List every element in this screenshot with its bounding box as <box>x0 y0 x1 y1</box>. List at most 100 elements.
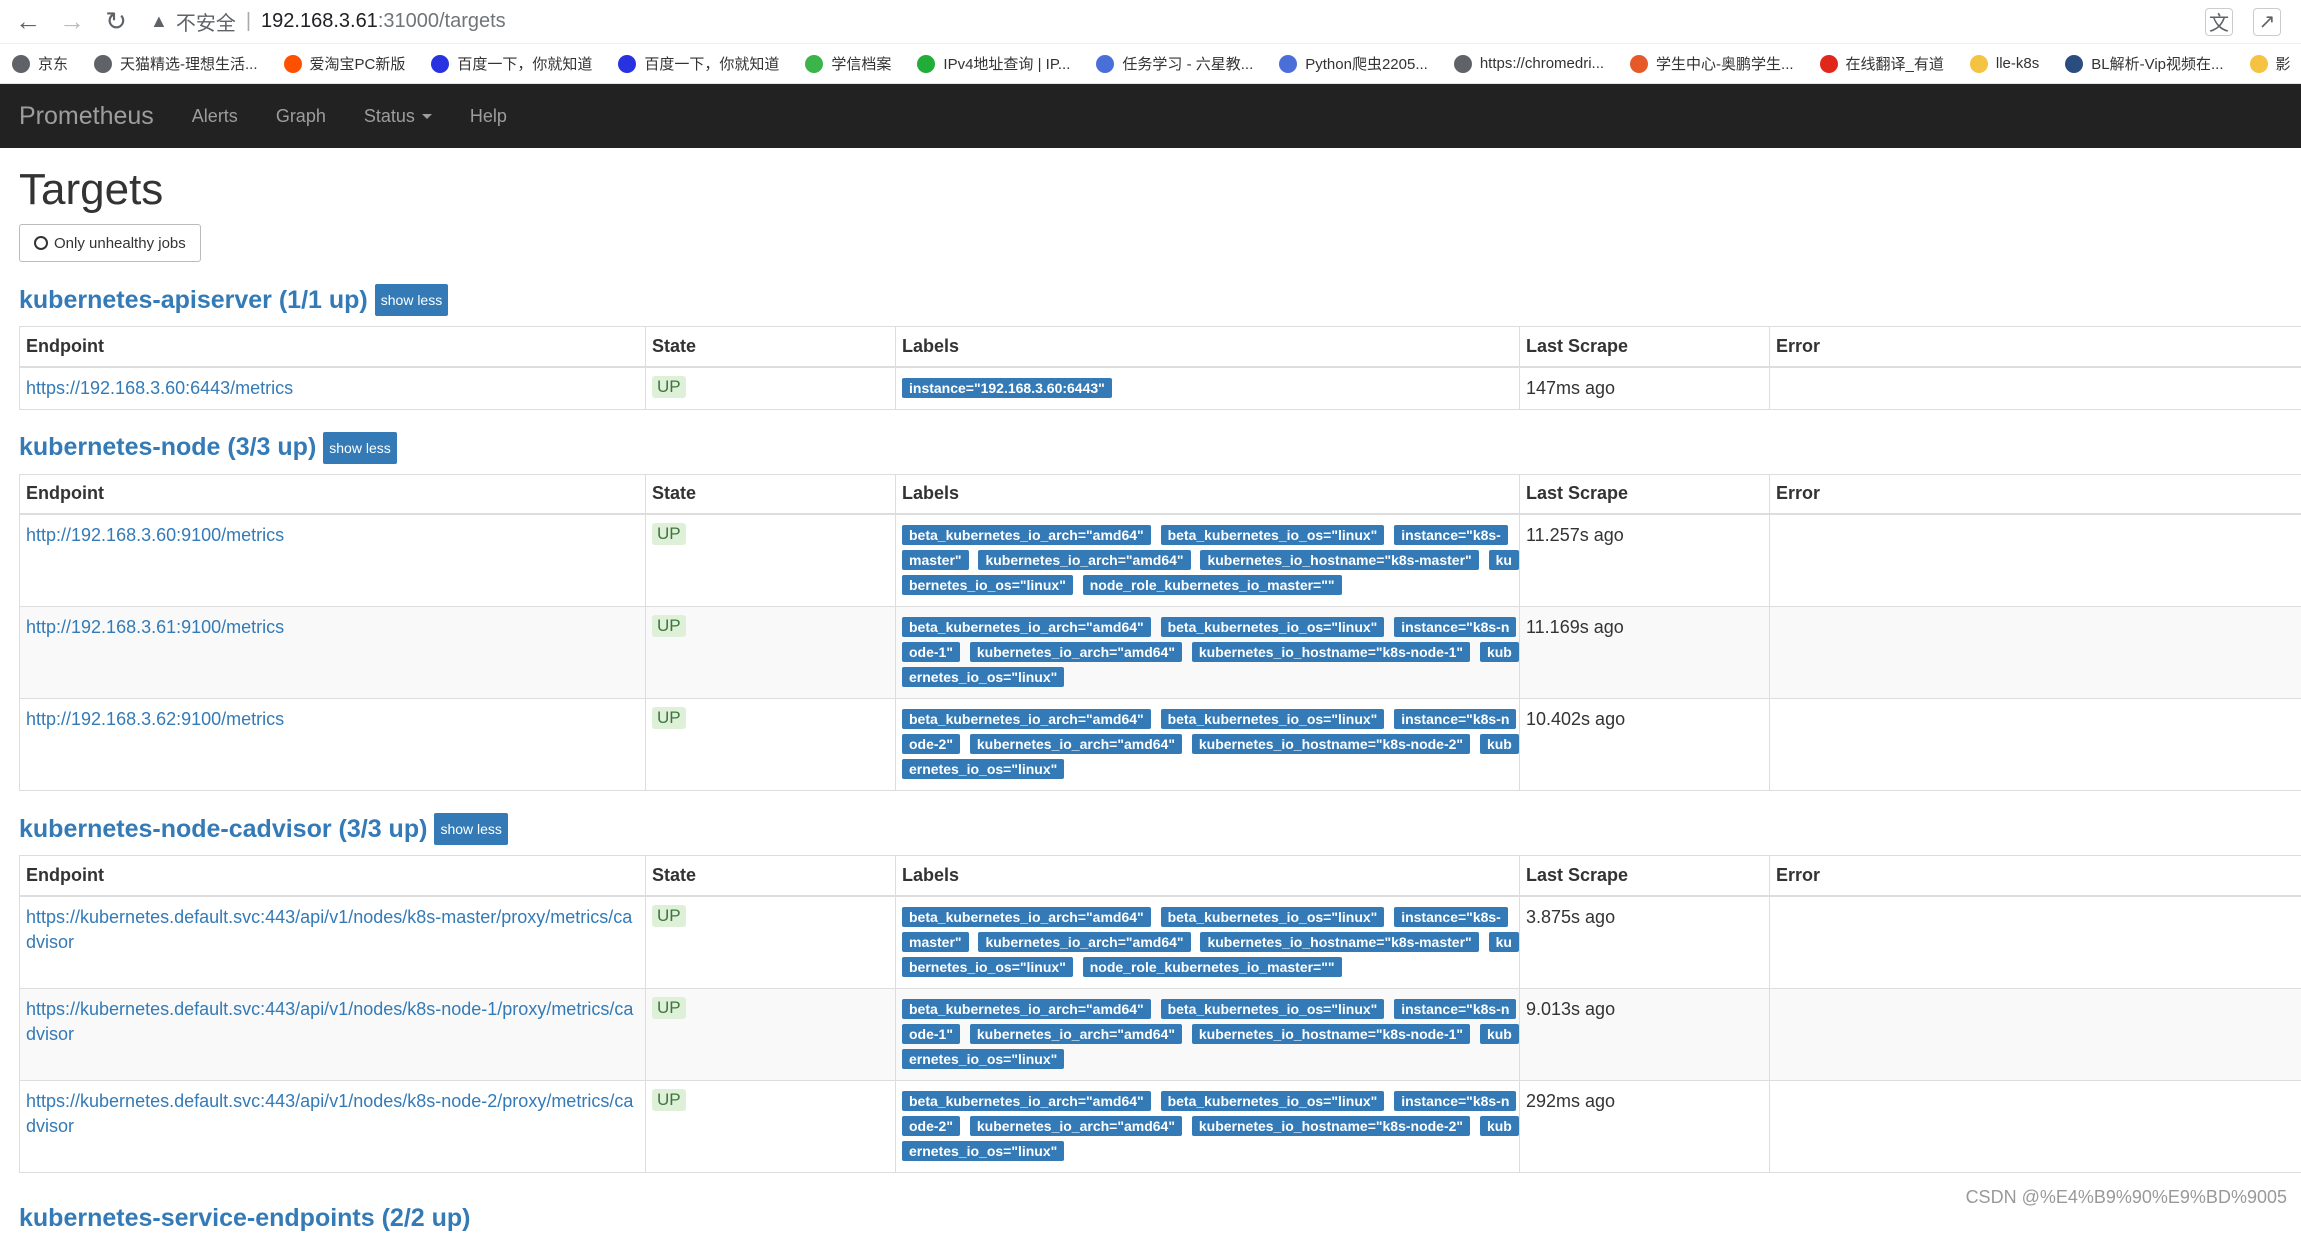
last-scrape-value: 11.257s ago <box>1526 525 1624 545</box>
endpoint-link[interactable]: https://192.168.3.60:6443/metrics <box>26 378 293 398</box>
endpoint-link[interactable]: https://kubernetes.default.svc:443/api/v… <box>26 907 632 952</box>
nav-status-dropdown[interactable]: Status <box>364 106 432 127</box>
column-header-last-scrape: Last Scrape <box>1520 474 1770 514</box>
label-badge: beta_kubernetes_io_arch="amd64" <box>902 907 1151 927</box>
targets-table: EndpointStateLabelsLast ScrapeError https… <box>19 326 2301 410</box>
bookmark-label: 在线翻译_有道 <box>1846 53 1944 74</box>
url-path: :31000/targets <box>378 10 506 33</box>
nav-alerts[interactable]: Alerts <box>192 106 238 127</box>
job-title[interactable]: kubernetes-service-endpoints (2/2 up) <box>19 1204 471 1232</box>
last-scrape-value: 3.875s ago <box>1526 907 1615 927</box>
nav-graph[interactable]: Graph <box>276 106 326 127</box>
bookmark-favicon-icon <box>618 55 636 73</box>
bookmark-item[interactable]: lle-k8s <box>1970 55 2039 73</box>
bookmark-label: 爱淘宝PC新版 <box>310 53 406 74</box>
endpoint-link[interactable]: https://kubernetes.default.svc:443/api/v… <box>26 999 633 1044</box>
endpoint-link[interactable]: http://192.168.3.61:9100/metrics <box>26 617 284 637</box>
labels-list: beta_kubernetes_io_arch="amd64" beta_kub… <box>902 707 1513 782</box>
bookmark-item[interactable]: 百度一下，你就知道 <box>618 53 779 74</box>
job-title[interactable]: kubernetes-node (3/3 up) <box>19 433 316 462</box>
show-less-button[interactable]: show less <box>375 284 448 316</box>
bookmark-favicon-icon <box>284 55 302 73</box>
error-cell <box>1770 1080 2301 1172</box>
column-header-error: Error <box>1770 474 2301 514</box>
bookmark-favicon-icon <box>2250 55 2268 73</box>
column-header-endpoint: Endpoint <box>20 856 646 896</box>
bookmark-item[interactable]: 在线翻译_有道 <box>1820 53 1944 74</box>
top-navbar: Prometheus Alerts Graph Status Help <box>0 84 2301 148</box>
bookmark-item[interactable]: BL解析-Vip视频在... <box>2065 53 2223 74</box>
last-scrape-value: 147ms ago <box>1526 378 1615 398</box>
endpoint-link[interactable]: http://192.168.3.62:9100/metrics <box>26 709 284 729</box>
column-header-error: Error <box>1770 856 2301 896</box>
label-badge: kubernetes_io_arch="amd64" <box>978 550 1190 570</box>
label-badge: beta_kubernetes_io_os="linux" <box>1161 1091 1385 1111</box>
bookmark-favicon-icon <box>1454 55 1472 73</box>
bookmark-item[interactable]: 任务学习 - 六星教... <box>1096 53 1253 74</box>
label-badge: beta_kubernetes_io_os="linux" <box>1161 709 1385 729</box>
bookmark-item[interactable]: Python爬虫2205... <box>1279 53 1428 74</box>
last-scrape-cell: 11.257s ago <box>1520 514 1770 607</box>
state-badge: UP <box>652 523 686 545</box>
labels-list: instance="192.168.3.60:6443" <box>902 376 1513 401</box>
share-icon[interactable]: ↗ <box>2253 8 2281 36</box>
label-badge: kubernetes_io_hostname="k8s-node-2" <box>1192 1116 1470 1136</box>
show-less-button[interactable]: show less <box>323 432 396 464</box>
job-title[interactable]: kubernetes-apiserver (1/1 up) <box>19 286 368 315</box>
label-badge: kubernetes_io_arch="amd64" <box>970 734 1182 754</box>
browser-toolbar: ← → ↻ ▲ 不安全 | 192.168.3.61:31000/targets… <box>0 0 2301 44</box>
bookmark-item[interactable]: 学生中心-奥鹏学生... <box>1630 53 1794 74</box>
endpoint-link[interactable]: https://kubernetes.default.svc:443/api/v… <box>26 1091 633 1136</box>
labels-list: beta_kubernetes_io_arch="amd64" beta_kub… <box>902 1089 1513 1164</box>
column-header-state: State <box>646 856 896 896</box>
endpoint-link[interactable]: http://192.168.3.60:9100/metrics <box>26 525 284 545</box>
bookmark-item[interactable]: 京东 <box>12 53 68 74</box>
show-less-button[interactable]: show less <box>434 813 507 845</box>
bookmark-label: lle-k8s <box>1996 55 2039 72</box>
reload-icon[interactable]: ↻ <box>98 4 134 40</box>
main-content: Targets Only unhealthy jobs kubernetes-a… <box>0 168 2301 1173</box>
column-header-state: State <box>646 327 896 367</box>
back-icon[interactable]: ← <box>10 4 46 40</box>
bookmark-label: 百度一下，你就知道 <box>644 53 779 74</box>
nav-status-label: Status <box>364 106 415 127</box>
bookmark-favicon-icon <box>805 55 823 73</box>
endpoint-cell: https://kubernetes.default.svc:443/api/v… <box>20 896 646 989</box>
bookmark-item[interactable]: 影 <box>2250 53 2291 74</box>
job-header: kubernetes-node-cadvisor (3/3 up)show le… <box>19 813 2301 845</box>
bookmark-item[interactable]: 天猫精选-理想生活... <box>94 53 258 74</box>
address-bar[interactable]: ▲ 不安全 | 192.168.3.61:31000/targets <box>142 4 2205 40</box>
endpoint-cell: http://192.168.3.60:9100/metrics <box>20 514 646 607</box>
label-badge: beta_kubernetes_io_os="linux" <box>1161 907 1385 927</box>
bookmark-item[interactable]: 百度一下，你就知道 <box>431 53 592 74</box>
column-header-last-scrape: Last Scrape <box>1520 856 1770 896</box>
endpoint-cell: https://192.168.3.60:6443/metrics <box>20 367 646 410</box>
radio-icon <box>34 236 48 250</box>
brand-link[interactable]: Prometheus <box>19 102 154 131</box>
job-section: kubernetes-apiserver (1/1 up)show less En… <box>19 284 2301 410</box>
bookmark-label: BL解析-Vip视频在... <box>2091 53 2223 74</box>
bookmark-item[interactable]: IPv4地址查询 | IP... <box>917 53 1070 74</box>
url-host: 192.168.3.61 <box>261 10 378 33</box>
labels-cell: instance="192.168.3.60:6443" <box>896 367 1520 410</box>
table-row: https://kubernetes.default.svc:443/api/v… <box>20 896 2301 989</box>
job-header: kubernetes-node (3/3 up)show less <box>19 432 2301 464</box>
forward-icon[interactable]: → <box>54 4 90 40</box>
labels-cell: beta_kubernetes_io_arch="amd64" beta_kub… <box>896 607 1520 699</box>
page-title: Targets <box>19 168 2301 212</box>
only-unhealthy-jobs-toggle[interactable]: Only unhealthy jobs <box>19 224 201 262</box>
job-title[interactable]: kubernetes-node-cadvisor (3/3 up) <box>19 815 427 844</box>
jobs-list: kubernetes-apiserver (1/1 up)show lessEn… <box>19 284 2301 1173</box>
table-row: https://kubernetes.default.svc:443/api/v… <box>20 1080 2301 1172</box>
bookmark-item[interactable]: https://chromedri... <box>1454 55 1604 73</box>
translate-icon[interactable]: 文 <box>2205 8 2233 36</box>
nav-help[interactable]: Help <box>470 106 507 127</box>
state-badge: UP <box>652 615 686 637</box>
table-header-row: EndpointStateLabelsLast ScrapeError <box>20 327 2301 367</box>
label-badge: node_role_kubernetes_io_master="" <box>1083 957 1342 977</box>
bookmark-label: 任务学习 - 六星教... <box>1122 53 1253 74</box>
bookmark-item[interactable]: 学信档案 <box>805 53 891 74</box>
bookmark-item[interactable]: 爱淘宝PC新版 <box>284 53 406 74</box>
caret-down-icon <box>422 114 432 119</box>
table-row: https://kubernetes.default.svc:443/api/v… <box>20 988 2301 1080</box>
